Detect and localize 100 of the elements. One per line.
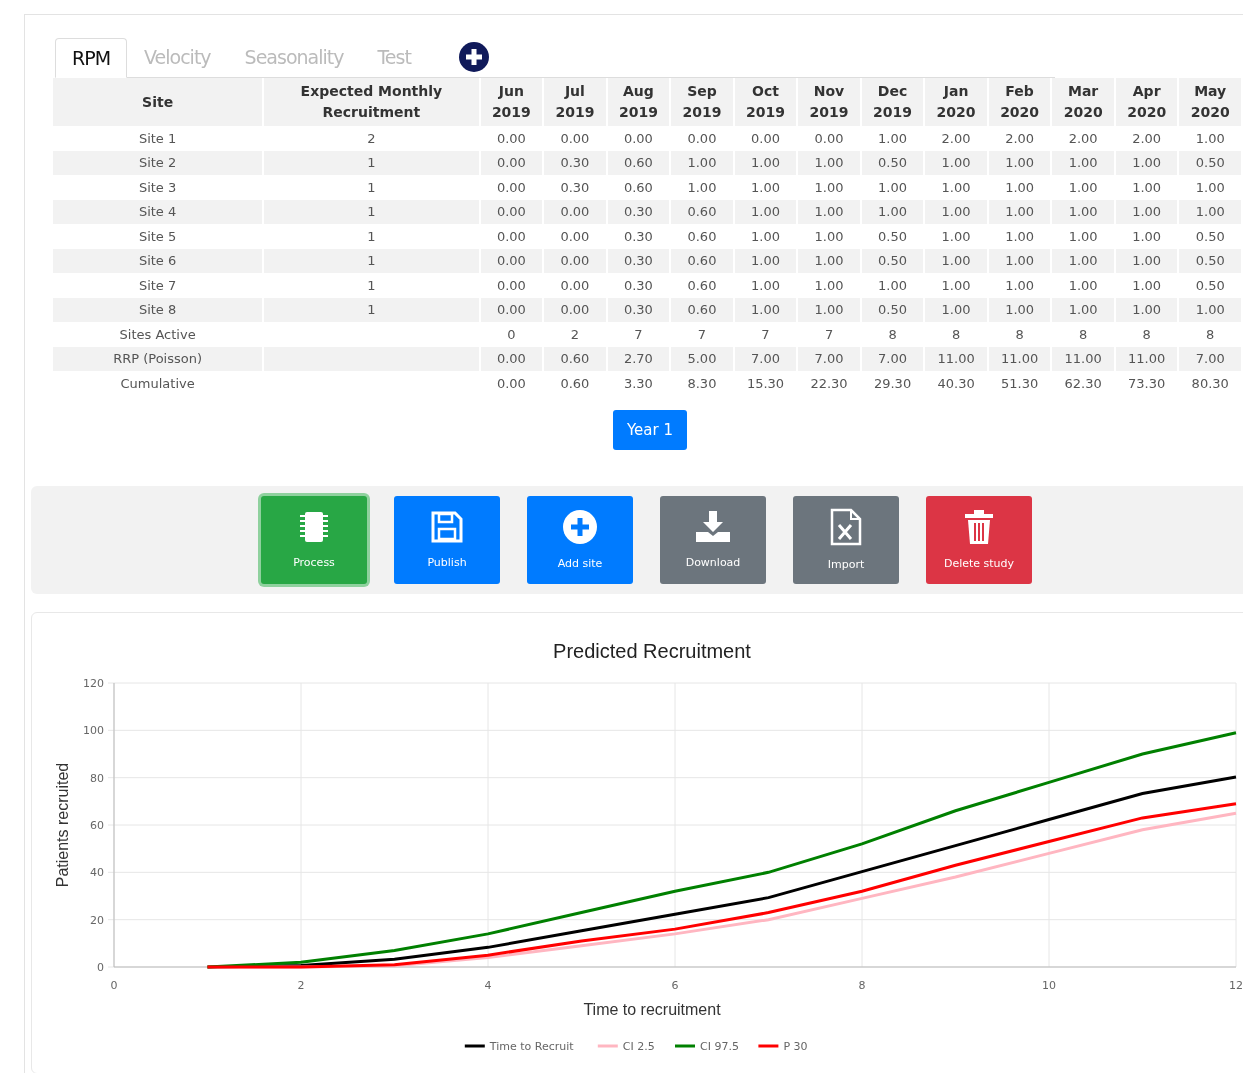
table-cell: 1.00 [1132, 253, 1162, 269]
table-cell: 1.00 [814, 228, 844, 244]
table-cell: 1.00 [687, 155, 717, 171]
action-button[interactable]: Delete study [926, 495, 1032, 584]
save-icon [430, 510, 464, 544]
table-cell: 0.00 [496, 204, 526, 220]
y-tick-label: 120 [83, 676, 104, 690]
table-cell: 29.30 [873, 375, 912, 391]
table-cell: 1.00 [878, 204, 907, 220]
table-cell: 1.00 [751, 155, 780, 171]
table-cell: 51.30 [1001, 375, 1039, 391]
table-cell: 2 [570, 326, 580, 342]
table-cell: 62.30 [1064, 375, 1102, 391]
table-cell: 0.00 [496, 277, 526, 293]
table-cell: 1.00 [1195, 204, 1225, 220]
table-cell: 0.50 [878, 302, 907, 318]
table-cell: 0.00 [560, 253, 590, 269]
table-cell: 1.00 [1132, 228, 1162, 244]
table-cell: 1.00 [751, 228, 780, 244]
table-cell: 1.00 [878, 130, 907, 146]
x-tick-label: 2 [297, 978, 305, 992]
table-cell: 1.00 [1005, 155, 1035, 171]
table-cell: 1.00 [941, 253, 971, 269]
table-cell: 0.00 [496, 130, 526, 146]
table-cell: 1 [367, 302, 376, 318]
column-header: Jul 2019 [544, 78, 606, 126]
table-cell: 1.00 [1132, 277, 1162, 293]
plus-circle-icon [562, 509, 598, 545]
download-icon [694, 510, 732, 544]
table-cell: 0.00 [687, 130, 717, 146]
table-cell: 1.00 [1068, 179, 1098, 195]
table-cell: 0.00 [496, 155, 526, 171]
legend-item[interactable]: CI 2.5 [597, 1039, 655, 1053]
column-header: Apr 2020 [1115, 78, 1178, 126]
table-cell: 2.70 [623, 351, 653, 367]
table-cell: 0.50 [878, 228, 907, 244]
legend-item[interactable]: Time to Recruit [464, 1039, 574, 1053]
table-cell: 0.50 [878, 155, 907, 171]
table-cell: 1.00 [751, 204, 780, 220]
table-cell: 1.00 [941, 179, 971, 195]
table-cell: 8.30 [687, 375, 717, 391]
table-cell: 1.00 [1132, 179, 1162, 195]
table-cell: 1 [367, 179, 376, 195]
plus-circle-icon[interactable] [457, 41, 490, 73]
table-cell: 0.60 [687, 302, 717, 318]
table-cell: 7 [697, 326, 707, 342]
table-cell: 1.00 [814, 204, 844, 220]
table-cell: 0.00 [560, 302, 590, 318]
action-button[interactable]: Download [660, 495, 766, 584]
legend-item[interactable]: P 30 [758, 1039, 808, 1053]
column-header: Dec 2019 [861, 78, 924, 126]
table-cell: 1.00 [941, 228, 971, 244]
y-tick-label: 80 [90, 771, 104, 785]
table-cell: 7 [634, 326, 643, 342]
table-cell: Sites Active [119, 326, 196, 342]
table-cell: 7 [824, 326, 834, 342]
action-button[interactable]: Process [261, 495, 367, 584]
table-cell: 1.00 [687, 179, 717, 195]
table-cell: 1.00 [1132, 155, 1162, 171]
y-tick-label: 20 [90, 913, 104, 927]
column-header: May 2020 [1179, 78, 1241, 126]
table-cell: 7.00 [1195, 351, 1225, 367]
table-cell: 1.00 [1195, 302, 1225, 318]
table-cell: Cumulative [120, 375, 195, 391]
table-cell: Site 2 [138, 155, 177, 171]
table-cell: 0.60 [687, 204, 717, 220]
table-cell: 0.30 [623, 204, 653, 220]
legend-label: P 30 [783, 1039, 808, 1053]
action-button[interactable]: Publish [394, 495, 500, 584]
column-header: Jan 2020 [925, 78, 987, 126]
table-cell: 3.30 [623, 375, 653, 391]
action-button[interactable]: Add site [527, 495, 633, 584]
legend-label: CI 2.5 [622, 1039, 655, 1053]
y-tick-label: 60 [90, 818, 104, 832]
table-cell: 73.30 [1128, 375, 1166, 391]
year-button[interactable]: Year 1 [612, 409, 688, 450]
table-cell: 0.00 [560, 204, 590, 220]
table-cell: 0.00 [560, 277, 590, 293]
legend-item[interactable]: CI 97.5 [675, 1039, 739, 1053]
table-cell: 15.30 [746, 375, 785, 391]
table-cell: 1.00 [814, 155, 844, 171]
table-cell: 1.00 [1068, 204, 1098, 220]
tab[interactable]: RPM [55, 37, 128, 78]
column-header: Site [53, 78, 263, 126]
table-cell: 1.00 [878, 277, 907, 293]
table-cell: 0.60 [687, 277, 717, 293]
table-cell: 11.00 [937, 351, 975, 367]
y-axis-title: Patients recruited [54, 762, 71, 887]
table-cell: 1.00 [1132, 302, 1162, 318]
table-cell: 8 [888, 326, 897, 342]
y-tick-label: 100 [83, 723, 104, 737]
table-cell: 0.60 [560, 375, 590, 391]
action-button[interactable]: Import [793, 495, 899, 584]
table-cell: 1.00 [751, 277, 780, 293]
table-cell: 7.00 [814, 351, 844, 367]
table-cell: 1.00 [1005, 253, 1035, 269]
x-tick-label: 12 [1229, 978, 1243, 992]
table-cell: 1.00 [1005, 302, 1035, 318]
table-cell: 5.00 [687, 351, 717, 367]
table-cell: 22.30 [810, 375, 848, 391]
